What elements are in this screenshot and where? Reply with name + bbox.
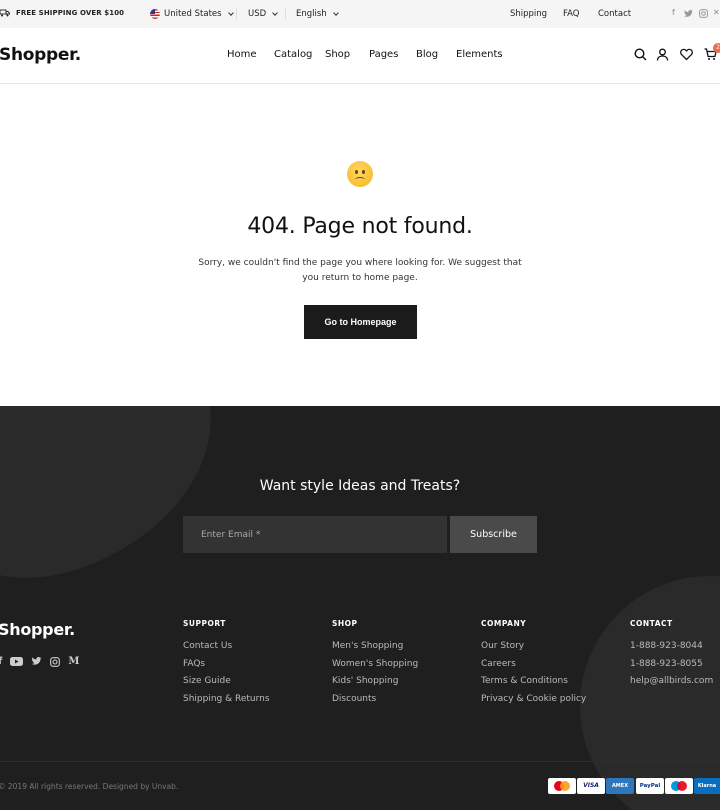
site-logo[interactable]: Shopper.: [0, 45, 81, 65]
footer-link[interactable]: Privacy & Cookie policy: [481, 691, 586, 709]
footer: Want style Ideas and Treats? Subscribe S…: [0, 406, 720, 810]
shipping-notice: FREE SHIPPING OVER $100: [0, 9, 124, 17]
error-message: Sorry, we couldn't find the page you whe…: [198, 258, 522, 283]
shipping-notice-text: FREE SHIPPING OVER $100: [16, 9, 125, 17]
instagram-icon[interactable]: [50, 656, 61, 667]
footer-col-company: COMPANY Our Story Careers Terms & Condit…: [481, 619, 586, 708]
footer-phone-1[interactable]: 1-888-923-8044: [630, 638, 713, 656]
chevron-down-icon: [332, 9, 339, 16]
newsletter-title: Want style Ideas and Treats?: [259, 478, 461, 494]
nav-elements[interactable]: Elements: [456, 49, 503, 60]
nav-home[interactable]: Home: [227, 49, 257, 60]
footer-col-support: SUPPORT Contact Us FAQs Size Guide Shipp…: [183, 619, 270, 708]
twitter-icon[interactable]: [684, 10, 693, 18]
footer-link[interactable]: FAQs: [183, 656, 270, 674]
mastercard-icon: [548, 778, 576, 794]
footer-col-shop: SHOP Men's Shopping Women's Shopping Kid…: [332, 619, 418, 708]
footer-logo[interactable]: Shopper.: [0, 620, 75, 639]
language-label: English: [296, 9, 327, 19]
footer-social: f M: [0, 656, 79, 667]
us-flag-icon: [150, 9, 160, 19]
currency-selector[interactable]: USD: [248, 9, 279, 19]
youtube-icon[interactable]: [10, 657, 24, 666]
chevron-down-icon: [272, 9, 279, 16]
footer-col-title: SUPPORT: [183, 619, 226, 628]
main-header: Shopper. Home Catalog Shop Pages Blog El…: [0, 28, 720, 84]
divider: [236, 8, 237, 19]
nav-catalog[interactable]: Catalog: [274, 49, 312, 60]
footer-link[interactable]: Kids' Shopping: [332, 673, 418, 691]
footer-col-contact: CONTACT 1-888-923-8044 1-888-923-8055 he…: [630, 619, 713, 691]
footer-link[interactable]: Women's Shopping: [332, 656, 418, 674]
copyright: © 2019 All rights reserved. Designed by …: [0, 782, 179, 791]
user-icon[interactable]: [656, 48, 669, 61]
chevron-down-icon: [227, 9, 234, 16]
footer-col-title: CONTACT: [630, 619, 673, 628]
truck-icon: [0, 9, 10, 17]
topbar-link-faq[interactable]: FAQ: [563, 9, 579, 19]
footer-link[interactable]: Our Story: [481, 638, 586, 656]
instagram-icon[interactable]: [699, 9, 708, 18]
medium-icon[interactable]: M: [68, 656, 79, 667]
footer-col-title: COMPANY: [481, 619, 527, 628]
go-to-homepage-button[interactable]: Go to Homepage: [304, 305, 417, 339]
nav-shop[interactable]: Shop: [325, 49, 350, 60]
subscribe-button[interactable]: Subscribe: [450, 516, 537, 553]
maestro-icon: [665, 778, 693, 794]
eye: [355, 170, 358, 174]
paypal-icon: PayPal: [636, 778, 664, 794]
divider: [285, 8, 286, 19]
language-selector[interactable]: English: [296, 9, 339, 19]
footer-link[interactable]: Shipping & Returns: [183, 691, 270, 709]
footer-link[interactable]: Size Guide: [183, 673, 270, 691]
footer-link[interactable]: Men's Shopping: [332, 638, 418, 656]
decorative-shape: [580, 576, 720, 810]
decorative-shape: [0, 406, 247, 607]
country-label: United States: [164, 9, 222, 19]
footer-divider: [0, 761, 720, 762]
footer-phone-2[interactable]: 1-888-923-8055: [630, 656, 713, 674]
currency-label: USD: [248, 9, 267, 19]
footer-link[interactable]: Contact Us: [183, 638, 270, 656]
footer-email[interactable]: help@allbirds.com: [630, 673, 713, 691]
footer-link[interactable]: Terms & Conditions: [481, 673, 586, 691]
amex-icon: AMEX: [606, 778, 634, 794]
topbar-link-shipping[interactable]: Shipping: [510, 9, 547, 19]
footer-link[interactable]: Discounts: [332, 691, 418, 709]
footer-col-title: SHOP: [332, 619, 358, 628]
twitter-icon[interactable]: [31, 657, 42, 666]
eye: [362, 170, 365, 174]
heart-icon[interactable]: [680, 48, 693, 61]
top-bar: FREE SHIPPING OVER $100 United States US…: [0, 0, 720, 28]
page-title: 404. Page not found.: [247, 214, 473, 239]
cart-count-badge: 2: [713, 43, 720, 53]
nav-pages[interactable]: Pages: [369, 49, 398, 60]
email-field[interactable]: [183, 516, 447, 553]
x-icon[interactable]: ✕: [713, 8, 720, 17]
mouth: [355, 177, 365, 182]
topbar-link-contact[interactable]: Contact: [598, 9, 631, 19]
footer-link[interactable]: Careers: [481, 656, 586, 674]
visa-icon: VISA: [577, 778, 605, 794]
search-icon[interactable]: [634, 48, 647, 61]
country-selector[interactable]: United States: [150, 9, 234, 19]
facebook-icon[interactable]: f: [0, 656, 2, 667]
nav-blog[interactable]: Blog: [416, 49, 438, 60]
klarna-icon: Klarna: [694, 778, 720, 794]
facebook-icon[interactable]: f: [672, 8, 675, 17]
sad-face-icon: [347, 161, 373, 187]
